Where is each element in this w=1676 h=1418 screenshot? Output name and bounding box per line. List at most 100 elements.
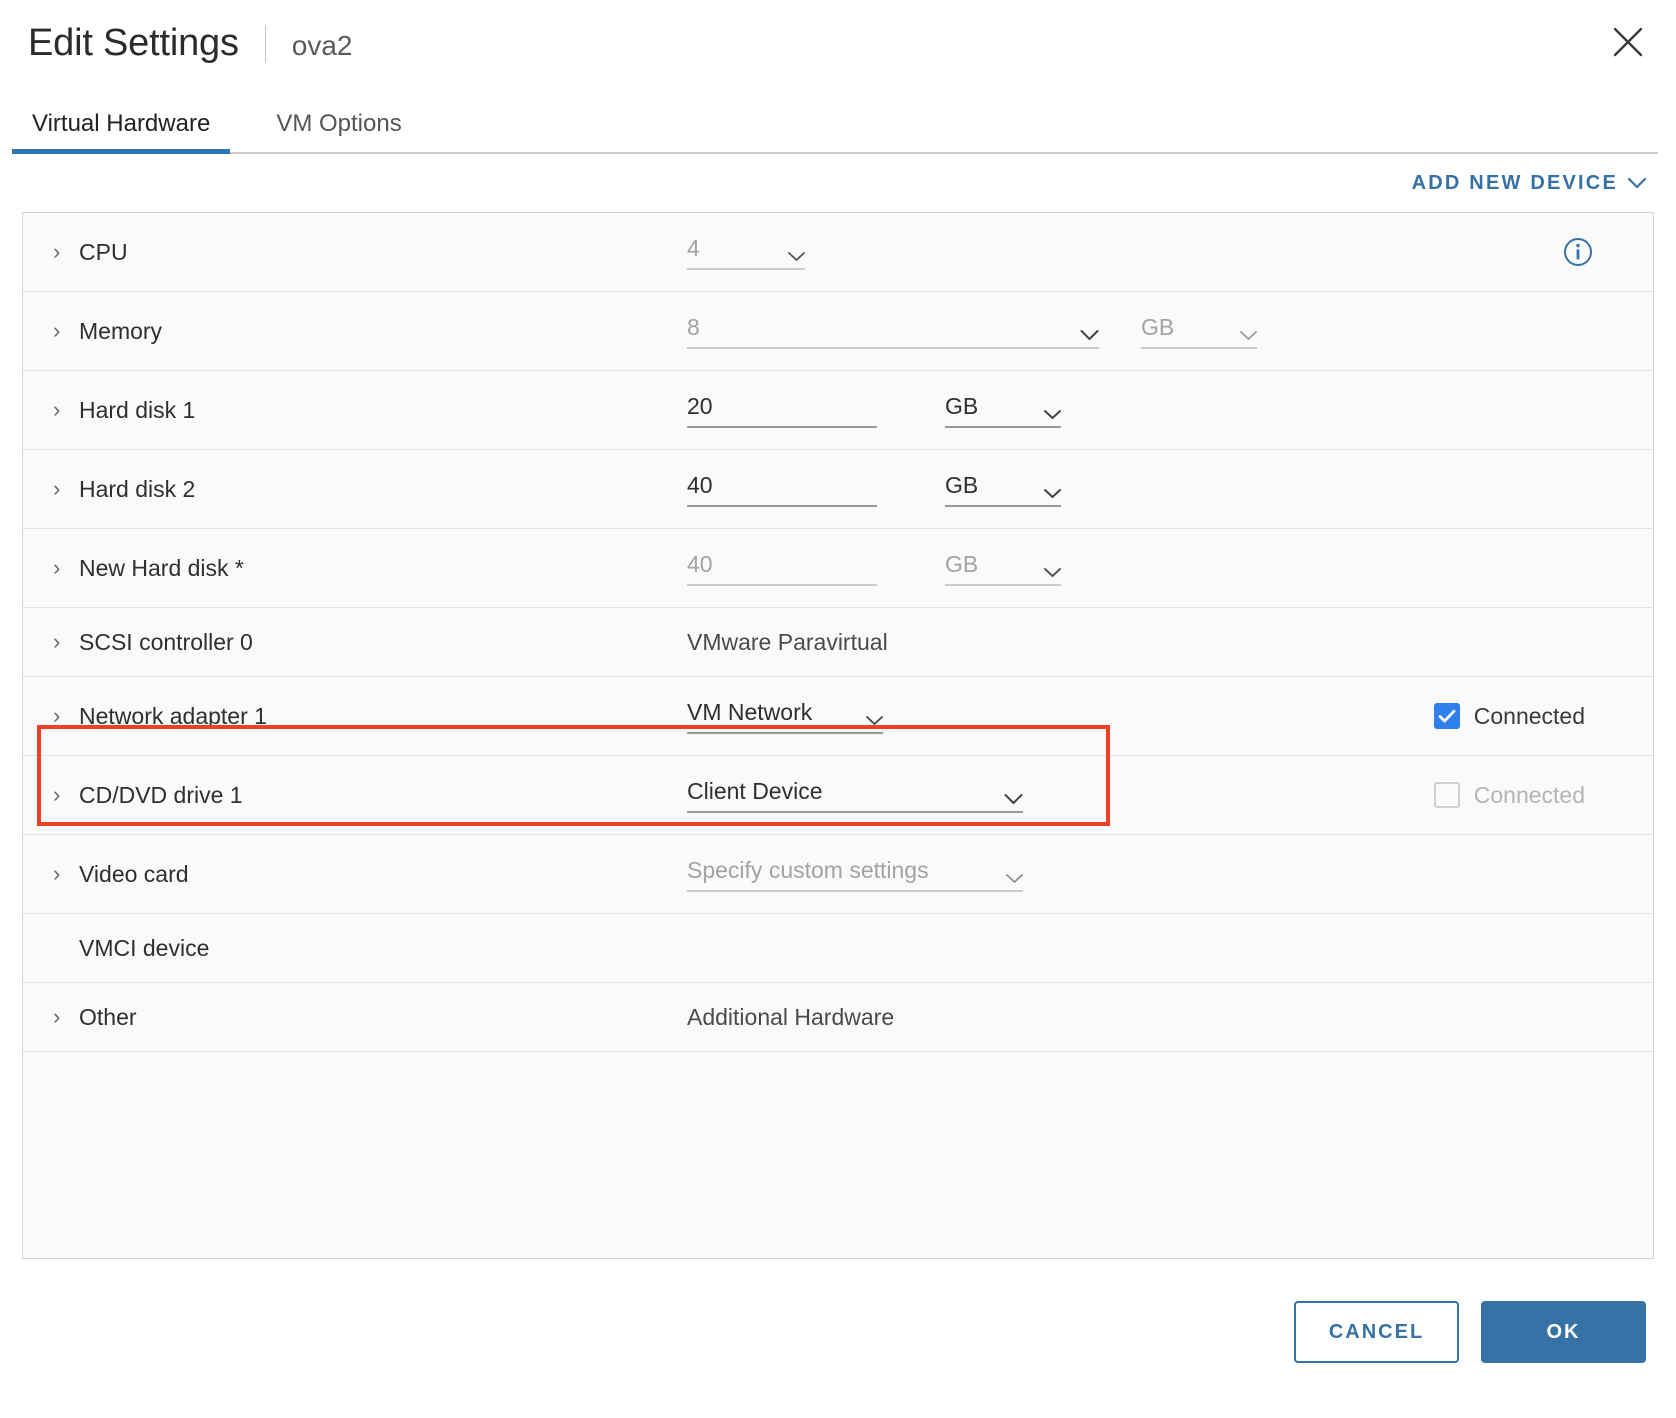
device-row-video-card[interactable]: › Video card Specify custom settings <box>23 835 1653 914</box>
device-label-vmci-device: VMCI device <box>79 934 210 961</box>
cd-dvd-drive-1-value-group: Client Device <box>687 778 1023 813</box>
hard-disk-1-unit-select[interactable]: GB <box>945 393 1061 428</box>
hard-disk-1-value-group: 20 GB <box>687 393 1061 428</box>
device-label-other: Other <box>79 1003 137 1030</box>
device-label-scsi-controller-0: SCSI controller 0 <box>79 628 253 655</box>
device-row-memory[interactable]: › Memory 8 GB <box>23 292 1653 371</box>
network-adapter-1-network-select[interactable]: VM Network <box>687 699 883 734</box>
device-label-hard-disk-1: Hard disk 1 <box>79 396 196 423</box>
network-adapter-1-connected-checkbox[interactable]: Connected <box>1433 702 1585 730</box>
add-new-device-button[interactable]: ADD NEW DEVICE <box>1412 172 1646 195</box>
cpu-count-select[interactable]: 4 <box>687 235 805 270</box>
virtual-hardware-device-list: › CPU 4 › Memory 8 GB › Hard disk 1 20 G… <box>22 212 1654 1259</box>
info-icon <box>1564 238 1592 266</box>
video-card-settings-value: Specify custom settings <box>687 856 929 883</box>
expand-chevron-icon[interactable]: › <box>53 631 79 653</box>
new-hard-disk-unit-select[interactable]: GB <box>945 551 1061 586</box>
expand-chevron-icon[interactable]: › <box>53 557 79 579</box>
dialog-footer: CANCEL OK <box>0 1259 1676 1405</box>
close-icon <box>1613 27 1643 57</box>
expand-chevron-icon[interactable]: › <box>53 1006 79 1028</box>
hard-disk-2-value-group: 40 GB <box>687 472 1061 507</box>
page-title: Edit Settings <box>28 22 239 64</box>
memory-size-input[interactable]: 8 <box>687 314 1099 349</box>
chevron-down-icon <box>866 715 883 726</box>
scsi-controller-0-value: VMware Paravirtual <box>687 628 888 655</box>
hard-disk-1-size-value: 20 <box>687 392 713 419</box>
expand-chevron-icon[interactable]: › <box>53 784 79 806</box>
hard-disk-2-size-input[interactable]: 40 <box>687 472 877 507</box>
cd-dvd-drive-1-connected-label: Connected <box>1473 781 1585 808</box>
new-hard-disk-size-input[interactable]: 40 <box>687 551 877 586</box>
device-label-new-hard-disk: New Hard disk * <box>79 554 244 581</box>
device-label-cpu: CPU <box>79 238 128 265</box>
new-hard-disk-size-value: 40 <box>687 550 713 577</box>
tab-vm-options[interactable]: VM Options <box>272 110 405 154</box>
hard-disk-1-size-input[interactable]: 20 <box>687 393 877 428</box>
chevron-down-icon <box>1628 177 1646 189</box>
cpu-value-group: 4 <box>687 235 805 270</box>
hard-disk-2-unit-select[interactable]: GB <box>945 472 1061 507</box>
expand-chevron-icon[interactable]: › <box>53 863 79 885</box>
cancel-button[interactable]: CANCEL <box>1294 1301 1459 1363</box>
memory-unit-value: GB <box>1141 313 1175 340</box>
title-separator <box>264 24 266 63</box>
title-row: Edit Settings ova2 <box>28 22 1646 65</box>
new-hard-disk-unit-value: GB <box>945 550 979 577</box>
device-label-network-adapter-1: Network adapter 1 <box>79 702 267 729</box>
device-row-scsi-controller-0[interactable]: › SCSI controller 0 VMware Paravirtual <box>23 608 1653 677</box>
tab-virtual-hardware[interactable]: Virtual Hardware <box>11 110 231 154</box>
cd-dvd-drive-1-device-value: Client Device <box>687 777 823 804</box>
memory-unit-select[interactable]: GB <box>1141 314 1257 349</box>
ok-button[interactable]: OK <box>1481 1301 1646 1363</box>
memory-size-value: 8 <box>687 313 700 340</box>
chevron-down-icon <box>1006 873 1023 884</box>
tab-bar: Virtual Hardware VM Options <box>0 92 1676 154</box>
chevron-down-icon <box>1044 567 1061 578</box>
network-adapter-1-connected-label: Connected <box>1473 702 1585 729</box>
add-device-bar: ADD NEW DEVICE <box>0 154 1676 212</box>
expand-chevron-icon[interactable]: › <box>53 399 79 421</box>
expand-chevron-icon[interactable]: › <box>53 478 79 500</box>
device-row-new-hard-disk[interactable]: › New Hard disk * 40 GB <box>23 529 1653 608</box>
chevron-down-icon <box>1044 409 1061 420</box>
network-adapter-1-network-value: VM Network <box>687 698 813 725</box>
close-button[interactable] <box>1606 20 1650 64</box>
device-row-vmci-device: VMCI device <box>23 914 1653 983</box>
cd-dvd-drive-1-device-select[interactable]: Client Device <box>687 778 1023 813</box>
device-label-memory: Memory <box>79 317 163 344</box>
video-card-settings-select[interactable]: Specify custom settings <box>687 857 1023 892</box>
memory-value-group: 8 GB <box>687 314 1257 349</box>
add-new-device-label: ADD NEW DEVICE <box>1411 171 1618 194</box>
cpu-info-icon[interactable] <box>1563 237 1593 267</box>
device-label-video-card: Video card <box>79 860 189 887</box>
expand-chevron-icon[interactable]: › <box>53 241 79 263</box>
checkbox-unchecked-icon <box>1433 782 1460 808</box>
expand-chevron-icon[interactable]: › <box>53 705 79 727</box>
new-hard-disk-value-group: 40 GB <box>687 551 1061 586</box>
video-card-value-group: Specify custom settings <box>687 857 1023 892</box>
device-row-cd-dvd-drive-1[interactable]: › CD/DVD drive 1 Client Device Connected <box>23 756 1653 835</box>
chevron-down-icon <box>1240 330 1257 341</box>
device-row-cpu[interactable]: › CPU 4 <box>23 213 1653 292</box>
vm-name-label: ova2 <box>291 30 353 61</box>
checkbox-checked-icon <box>1433 703 1460 729</box>
cpu-count-value: 4 <box>687 234 700 261</box>
device-row-network-adapter-1[interactable]: › Network adapter 1 VM Network Connected <box>23 677 1653 756</box>
chevron-down-icon <box>1044 488 1061 499</box>
network-adapter-1-value-group: VM Network <box>687 699 883 734</box>
hard-disk-2-unit-value: GB <box>945 471 979 498</box>
chevron-down-icon <box>788 251 805 262</box>
dialog-header: Edit Settings ova2 <box>0 0 1676 92</box>
expand-chevron-icon[interactable]: › <box>53 320 79 342</box>
device-row-hard-disk-2[interactable]: › Hard disk 2 40 GB <box>23 450 1653 529</box>
other-value: Additional Hardware <box>687 1003 895 1030</box>
device-label-hard-disk-2: Hard disk 2 <box>79 475 196 502</box>
hard-disk-1-unit-value: GB <box>945 392 979 419</box>
cd-dvd-drive-1-connected-checkbox[interactable]: Connected <box>1433 781 1585 809</box>
chevron-down-icon <box>1004 793 1023 805</box>
device-row-hard-disk-1[interactable]: › Hard disk 1 20 GB <box>23 371 1653 450</box>
device-row-other[interactable]: › Other Additional Hardware <box>23 983 1653 1052</box>
hard-disk-2-size-value: 40 <box>687 471 713 498</box>
device-label-cd-dvd-drive-1: CD/DVD drive 1 <box>79 781 243 808</box>
